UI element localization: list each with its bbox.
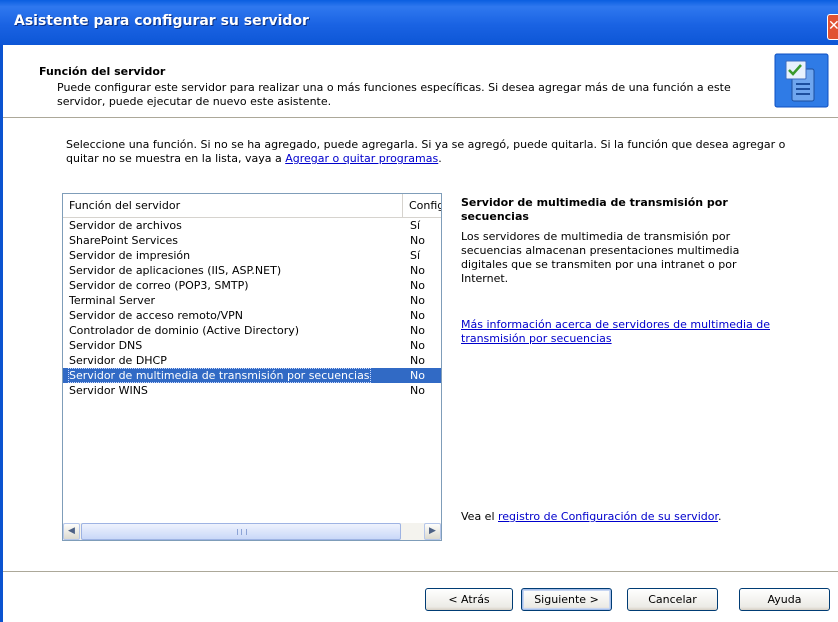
role-configured: Sí (410, 219, 421, 232)
list-item[interactable]: Servidor de impresión Sí (63, 248, 441, 263)
column-header-configured[interactable]: Configurado (403, 194, 441, 217)
details-body: Los servidores de multimedia de transmis… (461, 230, 740, 285)
role-name: Servidor de aplicaciones (IIS, ASP.NET) (69, 264, 282, 277)
role-configured: No (410, 384, 425, 397)
column-header-configured-label: Configurado (409, 199, 441, 212)
back-button[interactable]: < Atrás (425, 588, 513, 611)
cancel-button[interactable]: Cancelar (627, 588, 718, 611)
log-prefix: Vea el (461, 510, 498, 523)
role-configured: No (410, 309, 425, 322)
role-configured: No (410, 279, 425, 292)
role-name: Servidor de archivos (69, 219, 182, 232)
role-configured: No (410, 339, 425, 352)
role-name: Servidor de impresión (69, 249, 191, 262)
list-item[interactable]: Servidor de multimedia de transmisión po… (63, 368, 441, 383)
role-name: Servidor de correo (POP3, SMTP) (69, 279, 249, 292)
column-header-role-label: Función del servidor (69, 199, 181, 212)
chevron-left-icon: ◀ (68, 526, 75, 536)
server-wizard-icon (774, 53, 829, 108)
role-name: Controlador de dominio (Active Directory… (69, 324, 300, 337)
list-item[interactable]: Controlador de dominio (Active Directory… (63, 323, 441, 338)
scroll-left-button[interactable]: ◀ (63, 523, 80, 540)
close-icon: ✕ (828, 18, 838, 34)
list-item[interactable]: SharePoint Services No (63, 233, 441, 248)
page-description: Puede configurar este servidor para real… (57, 81, 731, 108)
scroll-right-button[interactable]: ▶ (424, 523, 441, 540)
role-name: Servidor DNS (69, 339, 143, 352)
title-bar: Asistente para configurar su servidor (0, 0, 838, 45)
close-button[interactable]: ✕ (827, 14, 838, 40)
role-configured: No (410, 369, 425, 382)
role-configured: No (410, 324, 425, 337)
intro-suffix: . (438, 152, 442, 165)
next-button[interactable]: Siguiente > (521, 588, 612, 611)
page-title: Función del servidor (39, 65, 166, 78)
list-item[interactable]: Servidor de acceso remoto/VPN No (63, 308, 441, 323)
role-configured: No (410, 294, 425, 307)
wizard-header: Función del servidor Puede configurar es… (3, 45, 838, 117)
role-name: Terminal Server (69, 294, 156, 307)
role-name: Servidor WINS (69, 384, 148, 397)
role-name: Servidor de multimedia de transmisión po… (68, 368, 371, 383)
chevron-right-icon: ▶ (429, 526, 436, 536)
role-name: SharePoint Services (69, 234, 178, 247)
log-suffix: . (717, 510, 722, 523)
list-item[interactable]: Servidor de aplicaciones (IIS, ASP.NET) N… (63, 263, 441, 278)
grip-icon (237, 529, 247, 535)
role-name: Servidor de DHCP (69, 354, 167, 367)
role-configured: No (410, 234, 425, 247)
role-configured: No (410, 354, 425, 367)
configuration-log-link[interactable]: registro de Configuración de su servidor (498, 510, 718, 523)
list-item[interactable]: Terminal Server No (63, 293, 441, 308)
details-title: Servidor de multimedia de transmisión po… (461, 196, 728, 223)
role-name: Servidor de acceso remoto/VPN (69, 309, 244, 322)
add-remove-programs-link[interactable]: Agregar o quitar programas (285, 152, 438, 165)
help-button[interactable]: Ayuda (739, 588, 830, 611)
list-item[interactable]: Servidor de correo (POP3, SMTP) No (63, 278, 441, 293)
footer-divider-highlight (3, 572, 838, 573)
intro-text: Seleccione una función. Si no se ha agre… (66, 138, 796, 166)
role-configured: Sí (410, 249, 421, 262)
list-item[interactable]: Servidor de archivos Sí (63, 218, 441, 233)
horizontal-scrollbar[interactable]: ◀ ▶ (63, 523, 441, 540)
server-roles-list[interactable]: Función del servidor Configurado Servido… (62, 193, 442, 541)
list-item[interactable]: Servidor WINS No (63, 383, 441, 398)
list-rows: Servidor de archivos Sí SharePoint Service… (63, 218, 441, 398)
more-info-link[interactable]: Más información acerca de servidores de … (461, 318, 770, 345)
log-line: Vea el registro de Configuración de su s… (461, 510, 721, 523)
role-configured: No (410, 264, 425, 277)
list-header: Función del servidor Configurado (63, 194, 441, 218)
list-item[interactable]: Servidor de DHCP No (63, 353, 441, 368)
column-header-role[interactable]: Función del servidor (63, 194, 403, 217)
list-item[interactable]: Servidor DNS No (63, 338, 441, 353)
window-title: Asistente para configurar su servidor (14, 13, 309, 29)
scrollbar-thumb[interactable] (81, 523, 401, 540)
